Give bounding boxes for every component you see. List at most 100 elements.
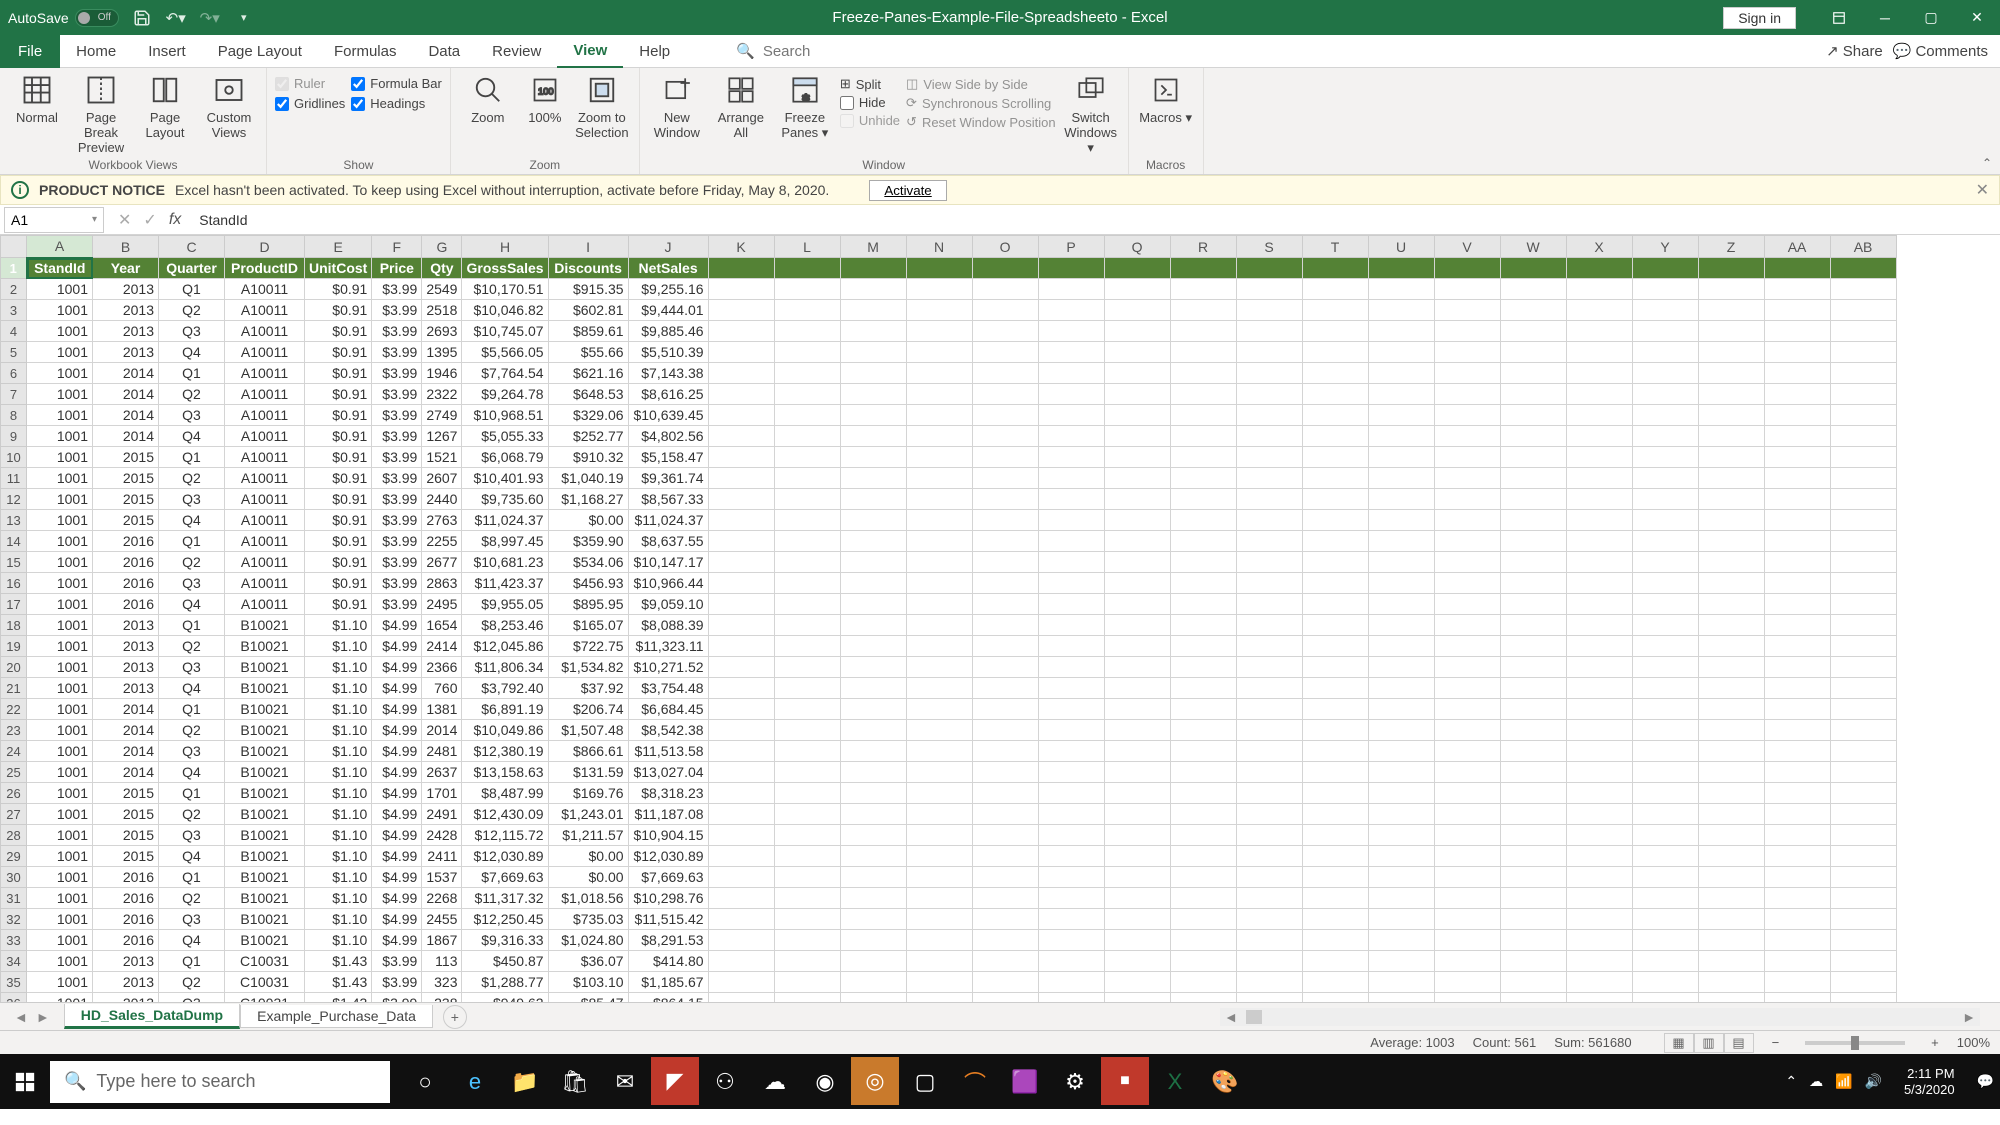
cell[interactable]	[906, 741, 972, 762]
cell[interactable]	[1434, 552, 1500, 573]
cell[interactable]	[906, 783, 972, 804]
cell[interactable]	[1038, 657, 1104, 678]
cell[interactable]	[1038, 363, 1104, 384]
formula-bar-checkbox[interactable]: Formula Bar	[351, 76, 442, 91]
cell[interactable]	[1830, 489, 1896, 510]
cell[interactable]: 1001	[27, 426, 93, 447]
cell[interactable]	[1368, 699, 1434, 720]
cell[interactable]	[1764, 258, 1830, 279]
cell[interactable]: B10021	[225, 909, 305, 930]
cell[interactable]: $5,510.39	[628, 342, 708, 363]
cell[interactable]	[1236, 972, 1302, 993]
cell[interactable]	[1764, 867, 1830, 888]
row-header-32[interactable]: 32	[1, 909, 27, 930]
cell[interactable]	[1830, 951, 1896, 972]
app-icon-2[interactable]: ☁	[750, 1054, 800, 1109]
cell[interactable]	[1632, 930, 1698, 951]
cell[interactable]	[972, 279, 1038, 300]
cell[interactable]	[1566, 447, 1632, 468]
app-icon-5[interactable]: 🟪	[1000, 1054, 1050, 1109]
cell[interactable]: 2016	[93, 867, 159, 888]
cell[interactable]: $169.76	[548, 783, 628, 804]
cell[interactable]	[1434, 951, 1500, 972]
cell[interactable]: $1,288.77	[462, 972, 548, 993]
cell[interactable]	[1830, 426, 1896, 447]
cell[interactable]: 2013	[93, 993, 159, 1003]
cell[interactable]	[774, 426, 840, 447]
cell[interactable]	[1368, 993, 1434, 1003]
cell[interactable]	[774, 762, 840, 783]
cell[interactable]: $621.16	[548, 363, 628, 384]
cell[interactable]	[1566, 888, 1632, 909]
cell[interactable]	[1764, 804, 1830, 825]
cell[interactable]: $4.99	[372, 699, 422, 720]
cell[interactable]	[1566, 867, 1632, 888]
notice-close-icon[interactable]: ✕	[1976, 180, 1989, 200]
cell[interactable]	[774, 531, 840, 552]
cell[interactable]	[906, 531, 972, 552]
name-box[interactable]: A1	[4, 207, 104, 233]
cell[interactable]	[1170, 888, 1236, 909]
cell[interactable]: $9,444.01	[628, 300, 708, 321]
app-icon-7[interactable]: 🎨	[1200, 1054, 1250, 1109]
cell[interactable]	[1038, 447, 1104, 468]
edge-icon[interactable]: e	[450, 1054, 500, 1109]
cell[interactable]	[1038, 678, 1104, 699]
cell[interactable]	[1302, 447, 1368, 468]
cell[interactable]: $10,298.76	[628, 888, 708, 909]
col-header-K[interactable]: K	[708, 236, 774, 258]
cell[interactable]	[1764, 321, 1830, 342]
cell[interactable]	[1632, 846, 1698, 867]
cell[interactable]	[1104, 615, 1170, 636]
cell[interactable]	[1170, 993, 1236, 1003]
cell[interactable]: 1001	[27, 762, 93, 783]
cell[interactable]: $1.10	[305, 615, 372, 636]
cell[interactable]	[1236, 993, 1302, 1003]
cell[interactable]	[1368, 846, 1434, 867]
cell[interactable]: 2014	[93, 405, 159, 426]
row-header-36[interactable]: 36	[1, 993, 27, 1003]
cell[interactable]	[708, 258, 774, 279]
cell[interactable]	[1566, 489, 1632, 510]
cell[interactable]: C10031	[225, 951, 305, 972]
cell[interactable]: $3.99	[372, 426, 422, 447]
cell[interactable]	[1632, 258, 1698, 279]
cell[interactable]: $12,030.89	[462, 846, 548, 867]
cell[interactable]: 2015	[93, 447, 159, 468]
cell[interactable]: $4.99	[372, 867, 422, 888]
cell[interactable]: $4.99	[372, 846, 422, 867]
cell[interactable]	[774, 573, 840, 594]
cell[interactable]	[1434, 888, 1500, 909]
signin-button[interactable]: Sign in	[1723, 7, 1796, 29]
cell[interactable]	[1566, 384, 1632, 405]
cell[interactable]	[708, 573, 774, 594]
cell[interactable]	[1764, 720, 1830, 741]
cell[interactable]: 1001	[27, 594, 93, 615]
cell[interactable]	[972, 762, 1038, 783]
mail-icon[interactable]: ✉	[600, 1054, 650, 1109]
cell[interactable]	[708, 342, 774, 363]
cell[interactable]: $3.99	[372, 489, 422, 510]
cell[interactable]	[1368, 489, 1434, 510]
cell[interactable]: 1001	[27, 447, 93, 468]
cell[interactable]	[1764, 573, 1830, 594]
cell[interactable]	[1698, 867, 1764, 888]
cell[interactable]	[1698, 384, 1764, 405]
cell[interactable]: 2013	[93, 678, 159, 699]
cell[interactable]: $4.99	[372, 762, 422, 783]
cell[interactable]	[1368, 888, 1434, 909]
cell[interactable]: 2366	[422, 657, 462, 678]
row-header-35[interactable]: 35	[1, 972, 27, 993]
cell[interactable]	[1764, 405, 1830, 426]
cell[interactable]: $1.10	[305, 678, 372, 699]
cell[interactable]	[1566, 363, 1632, 384]
cell[interactable]	[708, 468, 774, 489]
cell[interactable]: $3.99	[372, 531, 422, 552]
cell[interactable]	[1632, 363, 1698, 384]
cell[interactable]: 2016	[93, 552, 159, 573]
cell[interactable]	[1434, 909, 1500, 930]
macros-button[interactable]: Macros ▾	[1137, 72, 1195, 126]
formula-input[interactable]: StandId	[191, 212, 2000, 228]
cell[interactable]	[1302, 405, 1368, 426]
cell[interactable]	[1170, 636, 1236, 657]
